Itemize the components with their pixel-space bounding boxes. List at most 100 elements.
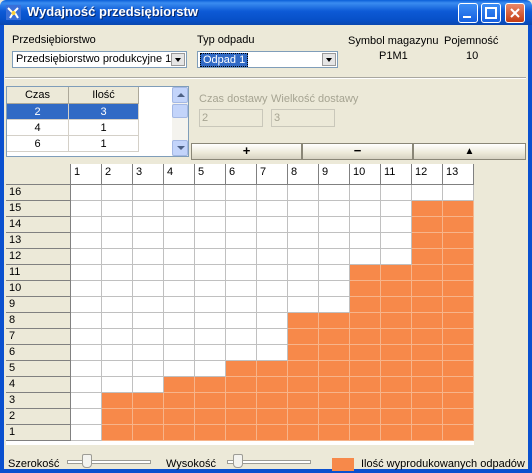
grid-cell[interactable] [71,281,102,297]
grid-cell[interactable] [133,201,164,217]
grid-cell[interactable] [226,249,257,265]
scroll-down-icon[interactable] [172,140,188,156]
grid-cell-filled[interactable] [412,393,443,409]
list-cell-time[interactable]: 4 [7,120,69,136]
grid-cell-filled[interactable] [288,425,319,441]
grid-cell-filled[interactable] [443,217,474,233]
grid-cell[interactable] [133,233,164,249]
grid-cell[interactable] [102,201,133,217]
grid-cell[interactable] [350,233,381,249]
grid-cell[interactable] [226,281,257,297]
grid-cell-filled[interactable] [319,313,350,329]
grid-cell-filled[interactable] [102,393,133,409]
grid-cell[interactable] [195,361,226,377]
grid-cell[interactable] [133,185,164,201]
grid-cell[interactable] [164,185,195,201]
grid-cell-filled[interactable] [412,361,443,377]
grid-cell-filled[interactable] [412,313,443,329]
grid-cell[interactable] [350,249,381,265]
grid-cell[interactable] [257,249,288,265]
grid-cell[interactable] [350,217,381,233]
grid-cell-filled[interactable] [412,377,443,393]
add-row-button[interactable]: + [191,143,302,160]
grid-cell-filled[interactable] [288,329,319,345]
grid-cell-filled[interactable] [257,361,288,377]
grid-cell-filled[interactable] [288,393,319,409]
grid-cell[interactable] [164,201,195,217]
enterprise-select[interactable]: Przedsiębiorstwo produkcyjne 1 [12,51,187,68]
grid-cell-filled[interactable] [350,393,381,409]
grid-cell[interactable] [164,281,195,297]
grid-cell-filled[interactable] [443,297,474,313]
grid-cell[interactable] [164,345,195,361]
grid-cell[interactable] [102,313,133,329]
grid-cell-filled[interactable] [133,409,164,425]
grid-cell[interactable] [195,185,226,201]
grid-cell[interactable] [319,233,350,249]
grid-cell[interactable] [133,345,164,361]
grid-cell[interactable] [71,345,102,361]
grid-cell-filled[interactable] [319,361,350,377]
grid-cell[interactable] [257,217,288,233]
grid-cell-filled[interactable] [412,345,443,361]
list-scrollbar[interactable] [172,87,188,156]
grid-cell[interactable] [71,393,102,409]
grid-cell-filled[interactable] [443,361,474,377]
grid-cell-filled[interactable] [381,425,412,441]
grid-cell[interactable] [102,217,133,233]
grid-cell-filled[interactable] [350,265,381,281]
grid-cell[interactable] [195,217,226,233]
grid-cell-filled[interactable] [381,377,412,393]
grid-cell[interactable] [102,249,133,265]
remove-row-button[interactable]: − [302,143,413,160]
grid-cell-filled[interactable] [412,265,443,281]
grid-cell[interactable] [71,185,102,201]
grid-cell[interactable] [381,233,412,249]
grid-cell[interactable] [164,329,195,345]
grid-cell-filled[interactable] [381,297,412,313]
grid-cell[interactable] [288,185,319,201]
grid-cell-filled[interactable] [195,393,226,409]
grid-cell[interactable] [288,297,319,313]
grid-cell[interactable] [381,249,412,265]
waste-type-select[interactable]: Odpad 1 [197,51,338,68]
grid-cell[interactable] [319,297,350,313]
grid-cell-filled[interactable] [443,313,474,329]
grid-cell[interactable] [195,345,226,361]
list-header-time[interactable]: Czas [7,87,69,104]
grid-cell[interactable] [71,233,102,249]
grid-cell[interactable] [71,425,102,441]
grid-cell-filled[interactable] [226,409,257,425]
grid-cell[interactable] [195,201,226,217]
grid-cell[interactable] [257,329,288,345]
grid-cell-filled[interactable] [443,345,474,361]
grid-cell-filled[interactable] [412,281,443,297]
grid-cell-filled[interactable] [350,361,381,377]
grid-cell-filled[interactable] [412,201,443,217]
grid-cell-filled[interactable] [195,425,226,441]
grid-cell[interactable] [226,217,257,233]
grid-cell-filled[interactable] [319,345,350,361]
grid-cell[interactable] [164,313,195,329]
grid-cell-filled[interactable] [164,377,195,393]
grid-cell-filled[interactable] [443,249,474,265]
grid-cell[interactable] [257,233,288,249]
grid-cell-filled[interactable] [164,393,195,409]
grid-cell-filled[interactable] [381,265,412,281]
width-slider-thumb[interactable] [82,454,92,468]
grid-cell-filled[interactable] [288,361,319,377]
grid-cell-filled[interactable] [257,393,288,409]
grid-cell-filled[interactable] [350,281,381,297]
grid-cell[interactable] [226,329,257,345]
grid-cell[interactable] [226,313,257,329]
close-button[interactable] [505,3,525,23]
grid-cell-filled[interactable] [381,393,412,409]
grid-cell[interactable] [102,281,133,297]
grid-cell[interactable] [102,361,133,377]
grid-cell[interactable] [102,265,133,281]
grid-cell[interactable] [288,233,319,249]
grid-cell-filled[interactable] [381,361,412,377]
grid-cell[interactable] [133,329,164,345]
grid-cell[interactable] [133,249,164,265]
grid-cell[interactable] [226,297,257,313]
